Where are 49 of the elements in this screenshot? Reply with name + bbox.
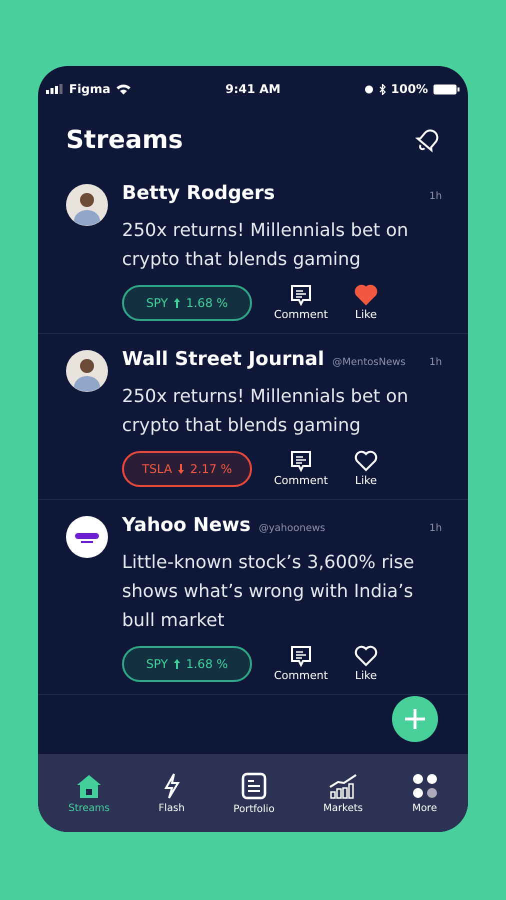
bluetooth-icon <box>378 84 386 94</box>
like-button[interactable]: Like <box>354 284 378 321</box>
post-text: 250x returns! Millennials bet on crypto that blends gaming <box>122 219 410 272</box>
post-text: 250x returns! Millennials bet on crypto that blends gaming <box>122 385 410 438</box>
arrow-up-icon <box>174 658 180 668</box>
status-time: 9:41 AM <box>225 82 281 96</box>
comment-icon <box>290 645 312 667</box>
avatar[interactable] <box>66 184 108 226</box>
lightning-icon <box>162 772 181 798</box>
tab[interactable]: More <box>408 766 442 820</box>
avatar[interactable] <box>66 516 108 558</box>
ticker-chip[interactable]: TSLA 2.17 % <box>122 450 252 486</box>
comment-icon <box>290 450 312 472</box>
tab[interactable]: Flash <box>154 766 189 820</box>
grid-icon <box>412 772 438 798</box>
post-time: 1h <box>429 191 442 202</box>
comment-button[interactable]: Comment <box>274 284 328 321</box>
author-handle: @yahoonews <box>258 523 326 534</box>
comment-icon <box>290 284 312 306</box>
author-handle: @MentosNews <box>332 357 406 368</box>
home-icon <box>75 772 104 798</box>
ticker-chip[interactable]: SPY 1.68 % <box>122 646 252 682</box>
avatar[interactable] <box>66 350 108 392</box>
add-button[interactable] <box>392 696 438 742</box>
post-time: 1h <box>429 523 442 534</box>
like-button[interactable]: Like <box>354 645 378 682</box>
ticker-chip[interactable]: SPY 1.68 % <box>122 284 252 320</box>
battery-percent: 100% <box>390 82 428 96</box>
author-name[interactable]: Wall Street Journal <box>122 348 324 370</box>
post-time: 1h <box>429 357 442 368</box>
like-button[interactable]: Like <box>354 450 378 487</box>
author-name[interactable]: Betty Rodgers <box>122 182 275 204</box>
post-text: Little-known stock’s 3,600% rise shows what’s wrong with India’s bull market <box>122 551 416 633</box>
battery-icon <box>432 84 460 94</box>
tab[interactable]: Streams <box>64 766 114 820</box>
carrier-name: Figma <box>69 82 111 96</box>
plus-icon <box>404 708 426 730</box>
wifi-icon <box>116 84 131 94</box>
signal-icon <box>46 84 64 94</box>
comment-button[interactable]: Comment <box>274 450 328 487</box>
page-title: Streams <box>66 124 184 154</box>
tab[interactable]: Markets <box>319 766 367 820</box>
arrow-up-icon <box>174 298 180 308</box>
tab[interactable]: Portfolio <box>229 766 279 820</box>
author-name[interactable]: Yahoo News <box>122 514 251 536</box>
arrow-down-icon <box>178 464 184 474</box>
bar-chart-icon <box>328 772 358 798</box>
document-icon <box>240 772 267 800</box>
comment-button[interactable]: Comment <box>274 645 328 682</box>
